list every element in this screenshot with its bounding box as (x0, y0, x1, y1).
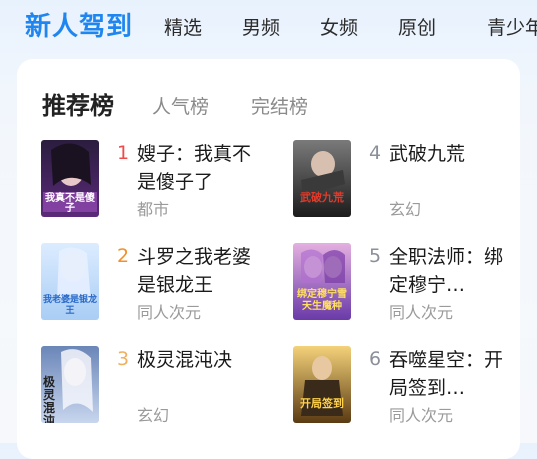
book-cover[interactable]: 极灵混沌 (41, 346, 99, 423)
tab-male[interactable]: 男频 (242, 13, 280, 40)
book-item-1[interactable]: 我真不是傻子 1 嫂子：我真不是傻子了 都市 (41, 140, 281, 235)
rank-number: 3 (117, 348, 130, 370)
tab-popular[interactable]: 人气榜 (152, 92, 209, 119)
tab-female[interactable]: 女频 (320, 13, 358, 40)
book-item-6[interactable]: 开局签到 6 吞噬星空：开局签到… 同人次元 (293, 346, 533, 441)
tab-newcomers[interactable]: 新人驾到 (25, 6, 133, 43)
cover-title-text: 绑定穆宁雪 天生魔种 (297, 289, 347, 312)
cover-title-text: 极灵混沌 (43, 375, 56, 424)
book-title[interactable]: 全职法师：绑定穆宁… (389, 243, 515, 299)
book-cover[interactable]: 开局签到 (293, 346, 351, 423)
book-cover[interactable]: 我老婆是银龙王 (41, 243, 99, 320)
book-genre: 玄幻 (137, 406, 170, 425)
book-title[interactable]: 嫂子：我真不是傻子了 (137, 140, 263, 196)
book-item-3[interactable]: 极灵混沌 3 极灵混沌决 玄幻 (41, 346, 281, 441)
tab-completed[interactable]: 完结榜 (251, 92, 308, 119)
tab-featured[interactable]: 精选 (164, 13, 202, 40)
cover-title-text: 我老婆是银龙王 (43, 295, 98, 316)
rank-number: 4 (369, 142, 382, 164)
rank-number: 5 (369, 245, 382, 267)
cover-title-text: 开局签到 (300, 397, 344, 410)
book-cover[interactable]: 武破九荒 (293, 140, 351, 217)
cover-title-text: 我真不是傻子 (45, 193, 95, 214)
rank-number: 1 (117, 142, 130, 164)
book-cover[interactable]: 绑定穆宁雪 天生魔种 (293, 243, 351, 320)
book-genre: 玄幻 (389, 200, 422, 219)
book-item-2[interactable]: 我老婆是银龙王 2 斗罗之我老婆是银龙王 同人次元 (41, 243, 281, 338)
book-title[interactable]: 斗罗之我老婆是银龙王 (137, 243, 263, 299)
book-genre: 同人次元 (137, 303, 202, 322)
tab-youth[interactable]: 青少年 (487, 13, 537, 40)
rank-number: 6 (369, 348, 382, 370)
book-title[interactable]: 吞噬星空：开局签到… (389, 346, 515, 402)
book-cover[interactable]: 我真不是傻子 (41, 140, 99, 217)
book-genre: 都市 (137, 200, 170, 219)
book-title[interactable]: 极灵混沌决 (137, 346, 263, 374)
tab-original[interactable]: 原创 (398, 13, 436, 40)
cover-title-text: 武破九荒 (300, 191, 344, 204)
rank-number: 2 (117, 245, 130, 267)
book-genre: 同人次元 (389, 303, 454, 322)
book-title[interactable]: 武破九荒 (389, 140, 515, 168)
top-navigation: 新人驾到 精选 男频 女频 原创 青少年 (0, 0, 537, 50)
book-item-5[interactable]: 绑定穆宁雪 天生魔种 5 全职法师：绑定穆宁… 同人次元 (293, 243, 533, 338)
book-genre: 同人次元 (389, 406, 454, 425)
tab-recommended[interactable]: 推荐榜 (42, 86, 114, 121)
book-item-4[interactable]: 武破九荒 4 武破九荒 玄幻 (293, 140, 533, 235)
ranking-card: 推荐榜 人气榜 完结榜 我真不是傻子 1 嫂子：我真不是傻子了 都市 我老婆是银… (17, 59, 520, 459)
